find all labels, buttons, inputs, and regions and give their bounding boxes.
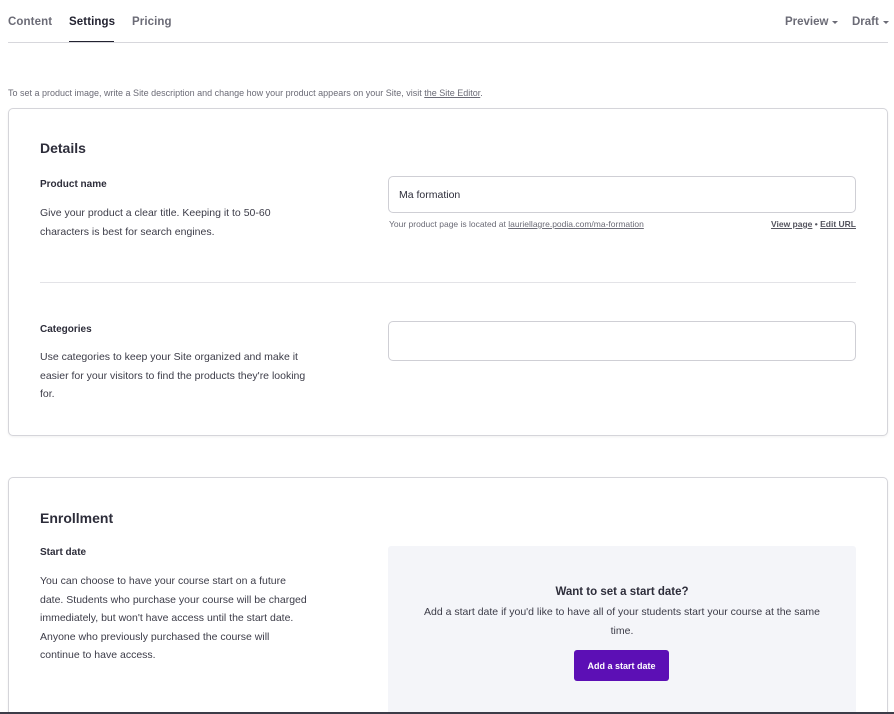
- start-date-label: Start date: [40, 547, 87, 558]
- categories-description: Use categories to keep your Site organiz…: [40, 351, 306, 400]
- status-dropdown[interactable]: Draft: [852, 16, 889, 28]
- start-date-description: You can choose to have your course start…: [40, 575, 307, 661]
- start-date-heading: Want to set a start date?: [555, 586, 689, 598]
- start-date-text: Add a start date if you'd like to have a…: [424, 606, 820, 637]
- status-label: Draft: [852, 16, 879, 28]
- product-name-description: Give your product a clear title. Keeping…: [40, 207, 271, 238]
- tab-settings[interactable]: Settings: [69, 16, 115, 28]
- product-url-info: Your product page is located at lauriell…: [389, 219, 644, 229]
- url-actions: View page • Edit URL: [770, 219, 856, 229]
- chevron-down-icon: [882, 21, 889, 24]
- categories-label: Categories: [40, 324, 92, 335]
- product-url-link[interactable]: lauriellagre.podia.com/ma-formation: [508, 219, 644, 229]
- enrollment-title: Enrollment: [40, 510, 114, 526]
- product-name-input[interactable]: [388, 176, 856, 213]
- nav-divider: [8, 42, 888, 43]
- edit-url-link[interactable]: Edit URL: [820, 219, 856, 229]
- section-divider: [40, 282, 856, 283]
- chevron-down-icon: [832, 21, 839, 24]
- details-card: Details Product name Give your product a…: [8, 108, 888, 436]
- product-name-label: Product name: [40, 179, 107, 190]
- tab-content[interactable]: Content: [8, 16, 52, 28]
- view-page-link[interactable]: View page: [771, 219, 812, 229]
- enrollment-card: Enrollment Start date You can choose to …: [8, 477, 888, 714]
- site-editor-link[interactable]: the Site Editor: [424, 88, 480, 98]
- start-date-panel: Want to set a start date? Add a start da…: [388, 546, 856, 714]
- details-title: Details: [40, 140, 86, 156]
- intro-text: To set a product image, write a Site des…: [8, 88, 483, 98]
- categories-input[interactable]: [388, 321, 856, 361]
- add-start-date-button[interactable]: Add a start date: [574, 650, 669, 681]
- preview-label: Preview: [785, 16, 829, 28]
- top-nav: Content Settings Pricing Preview Draft: [0, 0, 894, 44]
- tab-pricing[interactable]: Pricing: [132, 16, 172, 28]
- preview-dropdown[interactable]: Preview: [785, 16, 839, 28]
